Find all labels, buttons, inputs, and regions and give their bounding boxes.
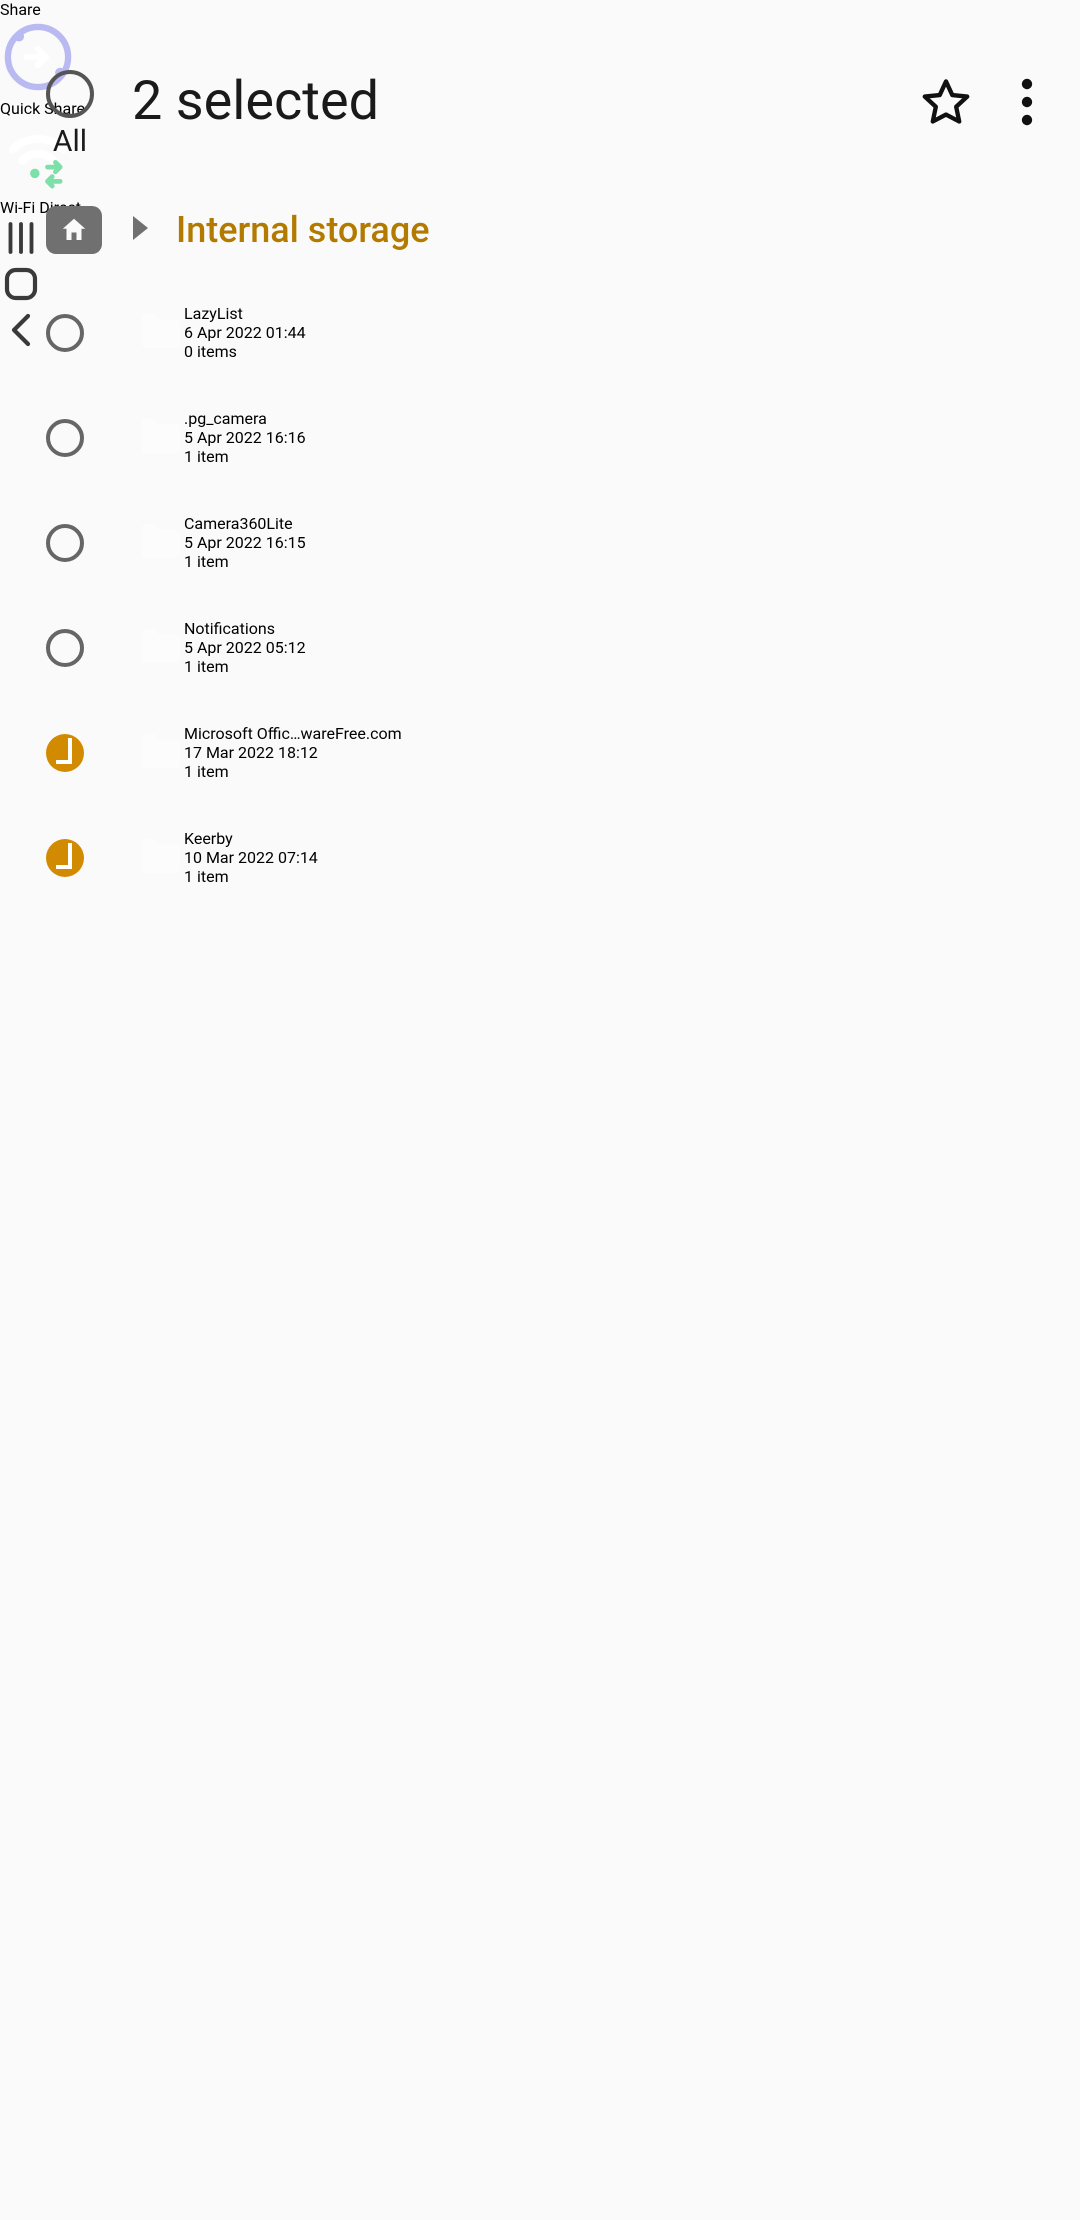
row-checkbox[interactable] [46, 839, 84, 877]
folder-item-count: 1 item [184, 447, 306, 466]
breadcrumb-current[interactable]: Internal storage [176, 209, 430, 251]
folder-icon [138, 836, 184, 880]
row-checkbox[interactable] [46, 734, 84, 772]
folder-icon [138, 521, 184, 565]
folder-name: .pg_camera [184, 409, 306, 428]
breadcrumb[interactable]: Internal storage [0, 190, 1080, 270]
row-checkbox[interactable] [46, 314, 84, 352]
list-item[interactable]: Camera360Lite5 Apr 2022 16:151 item [0, 490, 1080, 595]
folder-date: 5 Apr 2022 16:16 [184, 428, 306, 447]
more-menu-icon[interactable] [1020, 78, 1034, 126]
row-checkbox[interactable] [46, 524, 84, 562]
list-item[interactable]: LazyList6 Apr 2022 01:440 items [0, 280, 1080, 385]
folder-date: 17 Mar 2022 18:12 [184, 743, 402, 762]
folder-name: Keerby [184, 829, 318, 848]
folder-icon [138, 311, 184, 355]
chevron-right-icon [130, 216, 148, 244]
row-checkbox[interactable] [46, 419, 84, 457]
folder-icon [138, 731, 184, 775]
folder-item-count: 1 item [184, 867, 318, 886]
folder-date: 10 Mar 2022 07:14 [184, 848, 318, 867]
favorite-star-icon[interactable] [920, 76, 972, 128]
folder-date: 5 Apr 2022 16:15 [184, 533, 306, 552]
select-all-label: All [53, 124, 87, 159]
select-all-toggle[interactable]: All [46, 70, 94, 159]
folder-item-count: 1 item [184, 552, 306, 571]
folder-name: Notifications [184, 619, 306, 638]
folder-item-count: 1 item [184, 762, 402, 781]
page-title: 2 selected [132, 70, 920, 133]
folder-icon [138, 626, 184, 670]
list-item[interactable]: Microsoft Offic…wareFree.com17 Mar 2022 … [0, 700, 1080, 805]
folder-item-count: 1 item [184, 657, 306, 676]
folder-item-count: 0 items [184, 342, 306, 361]
folder-date: 6 Apr 2022 01:44 [184, 323, 306, 342]
folder-date: 5 Apr 2022 05:12 [184, 638, 306, 657]
list-item[interactable]: Keerby10 Mar 2022 07:141 item [0, 805, 1080, 910]
folder-icon [138, 416, 184, 460]
list-item[interactable]: Notifications5 Apr 2022 05:121 item [0, 595, 1080, 700]
folder-name: Camera360Lite [184, 514, 306, 533]
select-all-checkbox-icon [46, 70, 94, 118]
row-checkbox[interactable] [46, 629, 84, 667]
folder-name: Microsoft Offic…wareFree.com [184, 724, 402, 743]
folder-name: LazyList [184, 304, 306, 323]
home-folder-icon[interactable] [46, 206, 102, 254]
list-item[interactable]: .pg_camera5 Apr 2022 16:161 item [0, 385, 1080, 490]
